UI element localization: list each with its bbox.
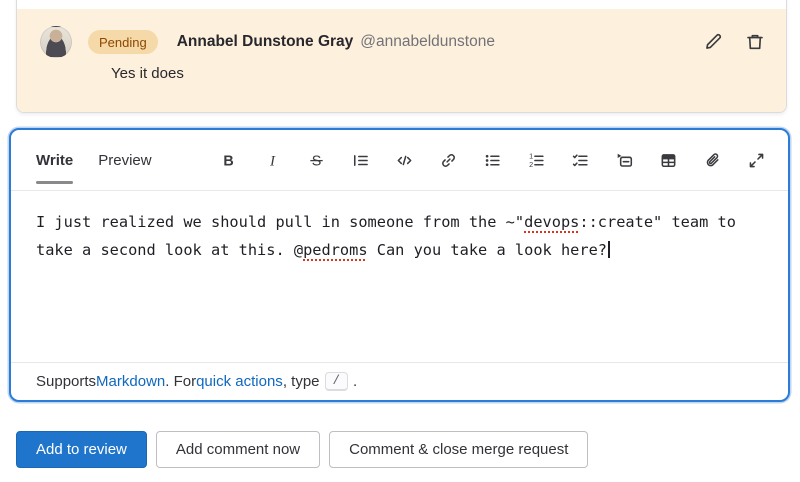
svg-text:B: B xyxy=(223,153,233,169)
draft-line-1: I just realized we should pull in someon… xyxy=(36,208,763,236)
edit-pencil-icon[interactable] xyxy=(704,33,722,51)
tab-write[interactable]: Write xyxy=(36,130,73,191)
delete-trash-icon[interactable] xyxy=(746,33,764,51)
strikethrough-icon[interactable]: S xyxy=(308,152,325,169)
task-list-icon[interactable] xyxy=(572,152,589,169)
text-caret xyxy=(608,241,610,258)
note-actions xyxy=(704,33,764,51)
attach-file-icon[interactable] xyxy=(704,152,721,169)
markdown-link[interactable]: Markdown xyxy=(96,373,165,390)
discussion-thread-card: Pending Annabel Dunstone Gray @annabeldu… xyxy=(16,0,787,113)
footer-text: Supports xyxy=(36,373,96,390)
add-comment-now-button[interactable]: Add comment now xyxy=(156,431,320,468)
slash-key-hint: / xyxy=(325,372,349,391)
note-header: Pending Annabel Dunstone Gray @annabeldu… xyxy=(40,26,764,58)
add-to-review-button[interactable]: Add to review xyxy=(16,431,147,468)
tab-preview[interactable]: Preview xyxy=(98,130,151,191)
editor-toolbar: Write Preview B I S xyxy=(11,130,788,191)
draft-line-2: take a second look at this. @pedroms Can… xyxy=(36,236,763,264)
bold-icon[interactable]: B xyxy=(220,152,237,169)
comment-editor: Write Preview B I S xyxy=(9,128,790,402)
svg-text:I: I xyxy=(269,153,276,169)
formatting-toolbar: B I S xyxy=(220,152,765,169)
collapsible-section-icon[interactable] xyxy=(616,152,633,169)
link-icon[interactable] xyxy=(440,152,457,169)
quote-icon[interactable] xyxy=(352,152,369,169)
comment-actions-row: Add to review Add comment now Comment & … xyxy=(16,431,588,468)
bullet-list-icon[interactable] xyxy=(484,152,501,169)
misspelled-word-devops: devops xyxy=(524,213,579,231)
avatar[interactable] xyxy=(40,26,72,58)
numbered-list-icon[interactable]: 12 xyxy=(528,152,545,169)
table-icon[interactable] xyxy=(660,152,677,169)
pending-badge: Pending xyxy=(88,30,158,54)
pending-note: Pending Annabel Dunstone Gray @annabeldu… xyxy=(17,9,786,112)
comment-textarea[interactable]: I just realized we should pull in someon… xyxy=(11,191,788,362)
comment-and-close-button[interactable]: Comment & close merge request xyxy=(329,431,588,468)
author-handle[interactable]: @annabeldunstone xyxy=(360,33,495,51)
quick-actions-link[interactable]: quick actions xyxy=(196,373,283,390)
note-body-text: Yes it does xyxy=(111,65,764,82)
svg-text:2: 2 xyxy=(529,160,533,169)
misspelled-word-pedroms: pedroms xyxy=(303,241,367,259)
italic-icon[interactable]: I xyxy=(264,152,281,169)
author-name[interactable]: Annabel Dunstone Gray xyxy=(177,33,354,51)
fullscreen-icon[interactable] xyxy=(748,152,765,169)
code-icon[interactable] xyxy=(396,152,413,169)
merge-request-comment-area: Pending Annabel Dunstone Gray @annabeldu… xyxy=(0,0,800,482)
editor-footer: Supports Markdown. For quick actions, ty… xyxy=(11,362,788,400)
